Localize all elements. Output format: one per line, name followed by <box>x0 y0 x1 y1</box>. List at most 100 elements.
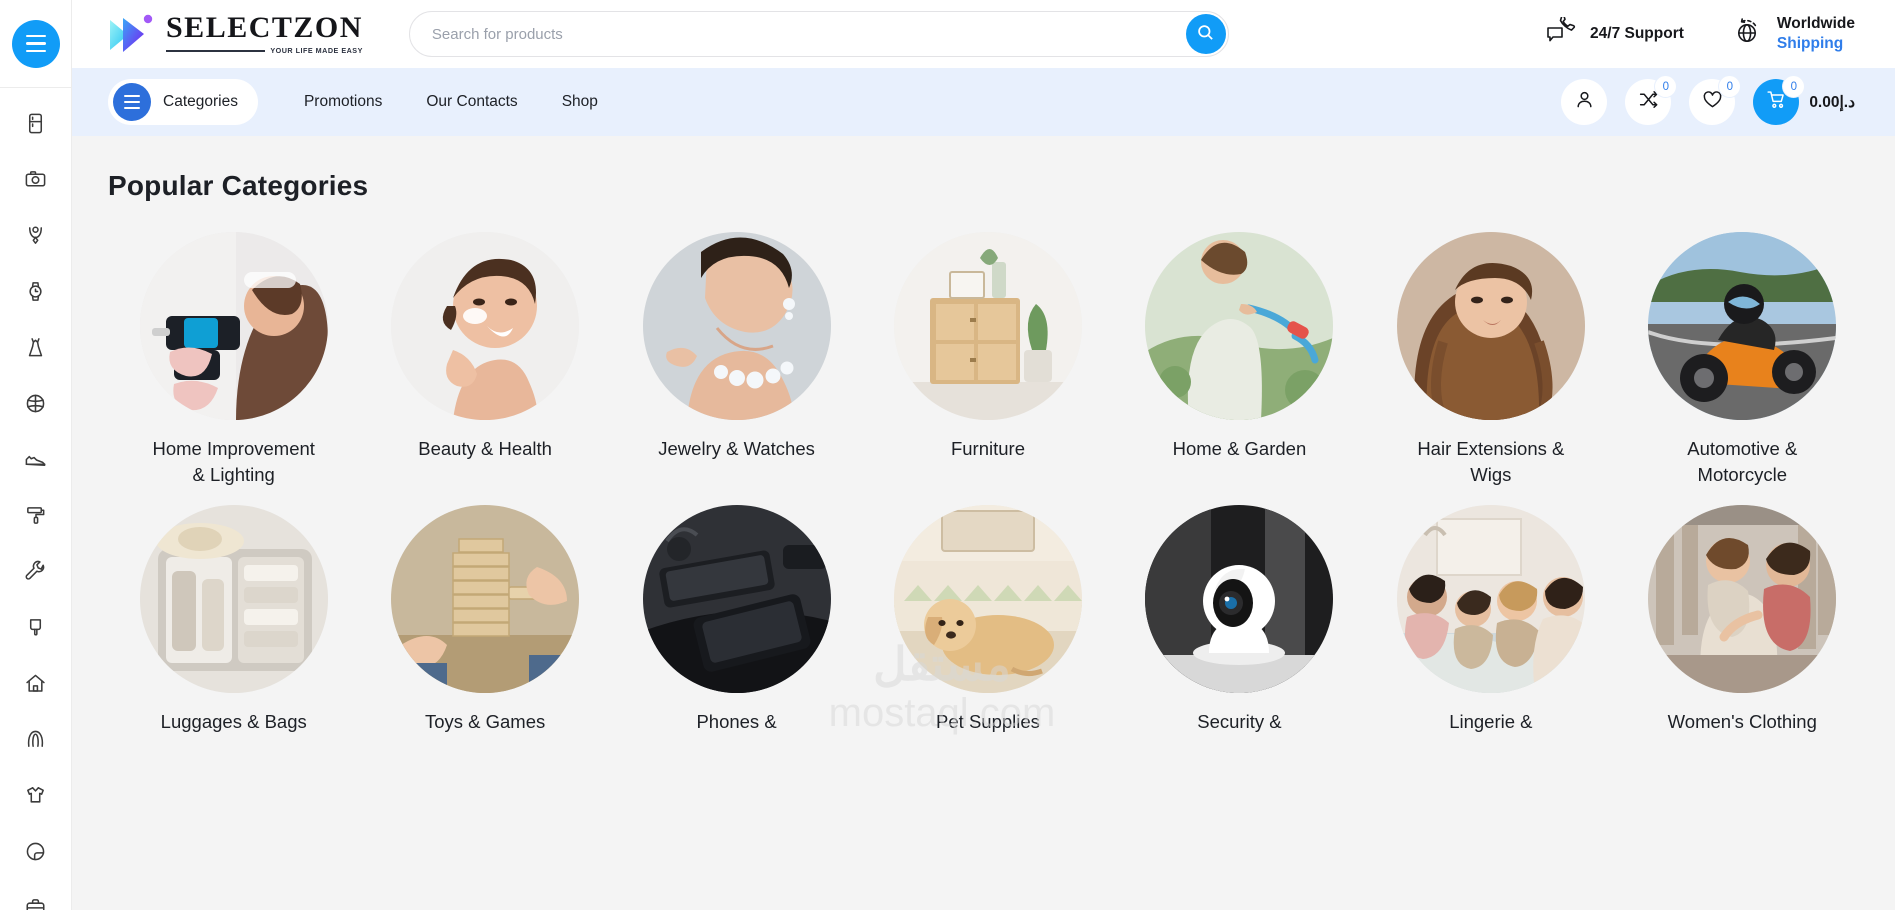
nav-link-promotions[interactable]: Promotions <box>304 93 382 111</box>
category-card[interactable]: Phones & <box>611 505 862 735</box>
sidebar-item-list <box>0 88 71 910</box>
category-label: Pet Supplies <box>936 711 1040 733</box>
sidebar-item-cameras[interactable] <box>0 154 72 210</box>
wishlist-button[interactable]: 0 <box>1689 76 1741 125</box>
category-card[interactable]: Pet Supplies <box>862 505 1113 735</box>
category-card[interactable]: Toys & Games <box>359 505 610 735</box>
nav-link-our-contacts[interactable]: Our Contacts <box>426 93 517 111</box>
dress-icon <box>24 336 47 364</box>
header-utilities: 24/7 Support Worldwide Shipping <box>1545 13 1855 54</box>
paint-roller-icon <box>24 504 47 532</box>
hamburger-line <box>25 34 46 38</box>
category-card[interactable]: Home Improvement & Lighting <box>108 232 359 487</box>
category-thumbnail <box>1396 505 1585 694</box>
heart-icon <box>1702 89 1723 115</box>
search-bar <box>408 11 1229 57</box>
mop-icon <box>24 616 47 644</box>
house-icon <box>24 672 47 700</box>
category-label: Jewelry & Watches <box>658 438 815 459</box>
sidebar-item-luggages-bags[interactable] <box>0 882 72 910</box>
helmet-icon <box>24 840 47 868</box>
sneaker-icon <box>24 448 47 476</box>
category-label: Home Improvement & Lighting <box>152 438 315 485</box>
support-link[interactable]: 24/7 Support <box>1545 13 1684 52</box>
compare-button[interactable]: 0 <box>1625 76 1677 125</box>
sidebar-item-home-garden[interactable] <box>0 658 72 714</box>
sidebar-item-sports[interactable] <box>0 378 72 434</box>
user-icon <box>1574 89 1595 115</box>
category-card[interactable]: Furniture <box>862 232 1113 487</box>
sidebar-item-cleaning[interactable] <box>0 602 72 658</box>
sidebar-item-home-improvement[interactable] <box>0 490 72 546</box>
category-thumbnail <box>642 232 831 420</box>
main-content: Popular Categories Home Improvement & Li… <box>72 136 1895 910</box>
search-input[interactable] <box>408 11 1229 57</box>
sidebar-item-watches[interactable] <box>0 266 72 322</box>
popular-categories-grid: Home Improvement & Lighting Beauty & Hea… <box>108 232 1868 735</box>
category-thumbnail <box>391 232 580 420</box>
cart-count-badge: 0 <box>1783 76 1805 97</box>
basketball-icon <box>24 392 47 420</box>
sidebar-icon-rail <box>0 0 72 910</box>
sidebar-item-shoes[interactable] <box>0 434 72 490</box>
sidebar-item-jewelry[interactable] <box>0 210 72 266</box>
categories-button[interactable]: Categories <box>108 79 258 125</box>
category-thumbnail <box>1145 505 1334 694</box>
shipping-link[interactable]: Worldwide Shipping <box>1732 14 1855 54</box>
category-card[interactable]: Lingerie & <box>1365 505 1616 735</box>
category-card[interactable]: Security & <box>1114 505 1365 735</box>
category-label: Hair Extensions & Wigs <box>1417 438 1565 485</box>
cart-button[interactable]: 0 <box>1753 76 1805 125</box>
wrench-icon <box>24 560 47 588</box>
brand-tagline: YOUR LIFE MADE EASY <box>270 46 363 55</box>
site-header: SELECTZON YOUR LIFE MADE EASY Search for… <box>72 0 1895 68</box>
brand-tagline-wrap: YOUR LIFE MADE EASY <box>166 46 363 55</box>
sidebar-item-hair-extensions[interactable] <box>0 714 72 770</box>
logo-mark-icon <box>108 12 156 56</box>
category-thumbnail <box>893 232 1082 420</box>
sidebar-item-womens-clothing[interactable] <box>0 322 72 378</box>
category-card[interactable]: Home & Garden <box>1114 232 1365 487</box>
category-card[interactable]: Beauty & Health <box>359 232 610 487</box>
search-button[interactable] <box>1185 14 1226 54</box>
polo-shirt-icon <box>24 784 47 812</box>
compare-count-badge: 0 <box>1655 76 1677 97</box>
nav-actions: 0 0 0 د.إ0.00 <box>1561 76 1855 125</box>
sidebar-item-appliances[interactable] <box>0 98 72 154</box>
brand-text: SELECTZON YOUR LIFE MADE EASY <box>166 13 363 55</box>
sidebar-item-mens-clothing[interactable] <box>0 770 72 826</box>
category-thumbnail <box>391 505 580 694</box>
category-card[interactable]: Automotive & Motorcycle <box>1617 232 1868 487</box>
category-label: Automotive & Motorcycle <box>1687 438 1798 485</box>
sidebar-hamburger-button[interactable] <box>11 19 60 68</box>
nav-link-shop[interactable]: Shop <box>562 93 598 111</box>
category-card[interactable]: Hair Extensions & Wigs <box>1365 232 1616 487</box>
brand-logo[interactable]: SELECTZON YOUR LIFE MADE EASY <box>108 12 363 56</box>
shipping-line2[interactable]: Shipping <box>1777 34 1855 54</box>
support-label: 24/7 Support <box>1590 25 1684 42</box>
category-label: Beauty & Health <box>418 438 552 459</box>
category-thumbnail <box>893 505 1082 694</box>
category-card[interactable]: Jewelry & Watches <box>611 232 862 487</box>
hamburger-line <box>25 49 46 53</box>
wishlist-count-badge: 0 <box>1719 76 1741 97</box>
category-card[interactable]: Luggages & Bags <box>108 505 359 735</box>
category-label: Lingerie & <box>1449 711 1533 733</box>
sidebar-menu-area <box>0 0 71 88</box>
necklace-icon <box>24 224 47 252</box>
wig-icon <box>24 728 47 756</box>
category-card[interactable]: Women's Clothing <box>1617 505 1868 735</box>
sidebar-item-tools[interactable] <box>0 546 72 602</box>
briefcase-icon <box>24 896 47 910</box>
watch-icon <box>24 280 47 308</box>
page-title: Popular Categories <box>108 170 369 201</box>
sidebar-item-automotive[interactable] <box>0 826 72 882</box>
hamburger-icon <box>113 83 151 121</box>
category-thumbnail <box>139 505 328 694</box>
category-thumbnail <box>1145 232 1334 420</box>
account-button[interactable] <box>1561 79 1608 125</box>
category-label: Home & Garden <box>1172 438 1307 459</box>
brand-name: SELECTZON <box>166 11 363 44</box>
cart-total-amount: د.إ0.00 <box>1809 93 1855 111</box>
compare-icon <box>1638 89 1659 115</box>
